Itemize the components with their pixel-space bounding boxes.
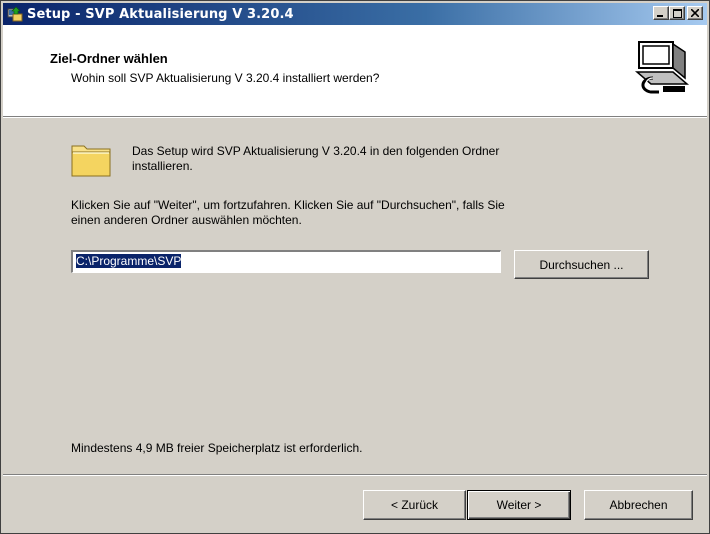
instruction-line-2: einen anderen Ordner auswählen möchten.: [71, 213, 302, 227]
setup-app-icon: [7, 6, 23, 22]
title-bar[interactable]: Setup - SVP Aktualisierung V 3.20.4: [3, 3, 707, 25]
maximize-button[interactable]: [669, 6, 685, 20]
back-button[interactable]: < Zurück: [363, 490, 466, 520]
next-button[interactable]: Weiter >: [467, 490, 571, 520]
intro-line-1: Das Setup wird SVP Aktualisierung V 3.20…: [132, 144, 500, 158]
page-title: Ziel-Ordner wählen: [50, 51, 168, 66]
disk-space-requirement: Mindestens 4,9 MB freier Speicherplatz i…: [71, 441, 363, 455]
cancel-button[interactable]: Abbrechen: [584, 490, 693, 520]
instruction-line-1: Klicken Sie auf "Weiter", um fortzufahre…: [71, 198, 505, 212]
close-icon: [691, 9, 699, 17]
window-title: Setup - SVP Aktualisierung V 3.20.4: [27, 6, 294, 22]
folder-icon: [71, 145, 111, 177]
minimize-icon: [657, 15, 663, 17]
intro-line-2: installieren.: [132, 159, 193, 173]
browse-button[interactable]: Durchsuchen ...: [514, 250, 649, 279]
instruction-text: Klicken Sie auf "Weiter", um fortzufahre…: [71, 198, 505, 228]
close-button[interactable]: [687, 6, 703, 20]
intro-text: Das Setup wird SVP Aktualisierung V 3.20…: [132, 144, 499, 174]
install-path-input[interactable]: C:\Programme\SVP: [71, 250, 501, 273]
page-subtitle: Wohin soll SVP Aktualisierung V 3.20.4 i…: [71, 71, 380, 85]
maximize-icon: [672, 8, 682, 18]
minimize-button[interactable]: [653, 6, 669, 20]
wizard-header: Ziel-Ordner wählen Wohin soll SVP Aktual…: [3, 25, 707, 117]
install-computer-icon: [633, 38, 691, 96]
install-path-value: C:\Programme\SVP: [74, 253, 183, 269]
setup-window: Setup - SVP Aktualisierung V 3.20.4 Ziel…: [0, 0, 710, 534]
